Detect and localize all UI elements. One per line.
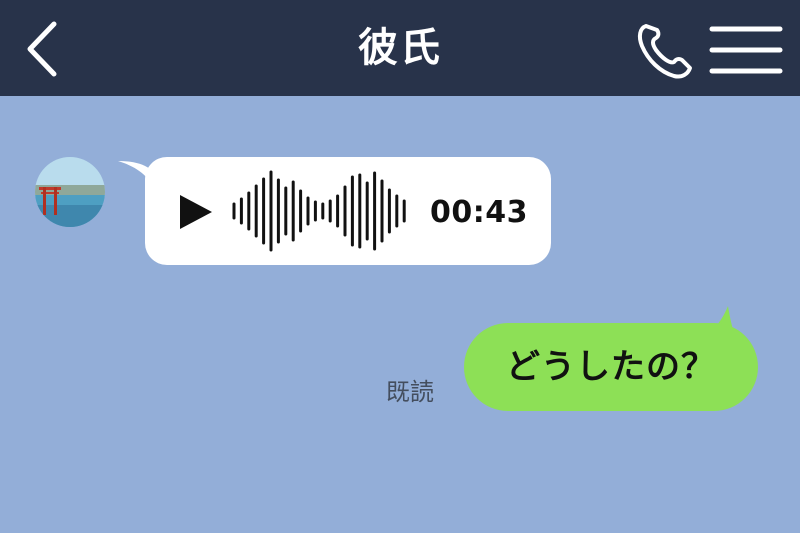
hamburger-menu-icon	[709, 26, 783, 74]
torii-gate-photo	[35, 157, 105, 227]
contact-avatar[interactable]	[35, 157, 105, 227]
voice-waveform	[232, 170, 406, 252]
play-button[interactable]	[178, 193, 214, 231]
back-button[interactable]	[18, 18, 68, 80]
read-receipt: 既読	[386, 378, 434, 406]
menu-button[interactable]	[708, 24, 784, 76]
play-icon	[180, 195, 212, 229]
call-button[interactable]	[632, 18, 698, 82]
chevron-left-icon	[27, 21, 57, 77]
chat-header: 彼氏	[0, 0, 800, 96]
sent-message-text: どうしたの？	[506, 347, 716, 387]
voice-duration: 00:43	[430, 195, 528, 230]
phone-icon	[637, 24, 692, 79]
